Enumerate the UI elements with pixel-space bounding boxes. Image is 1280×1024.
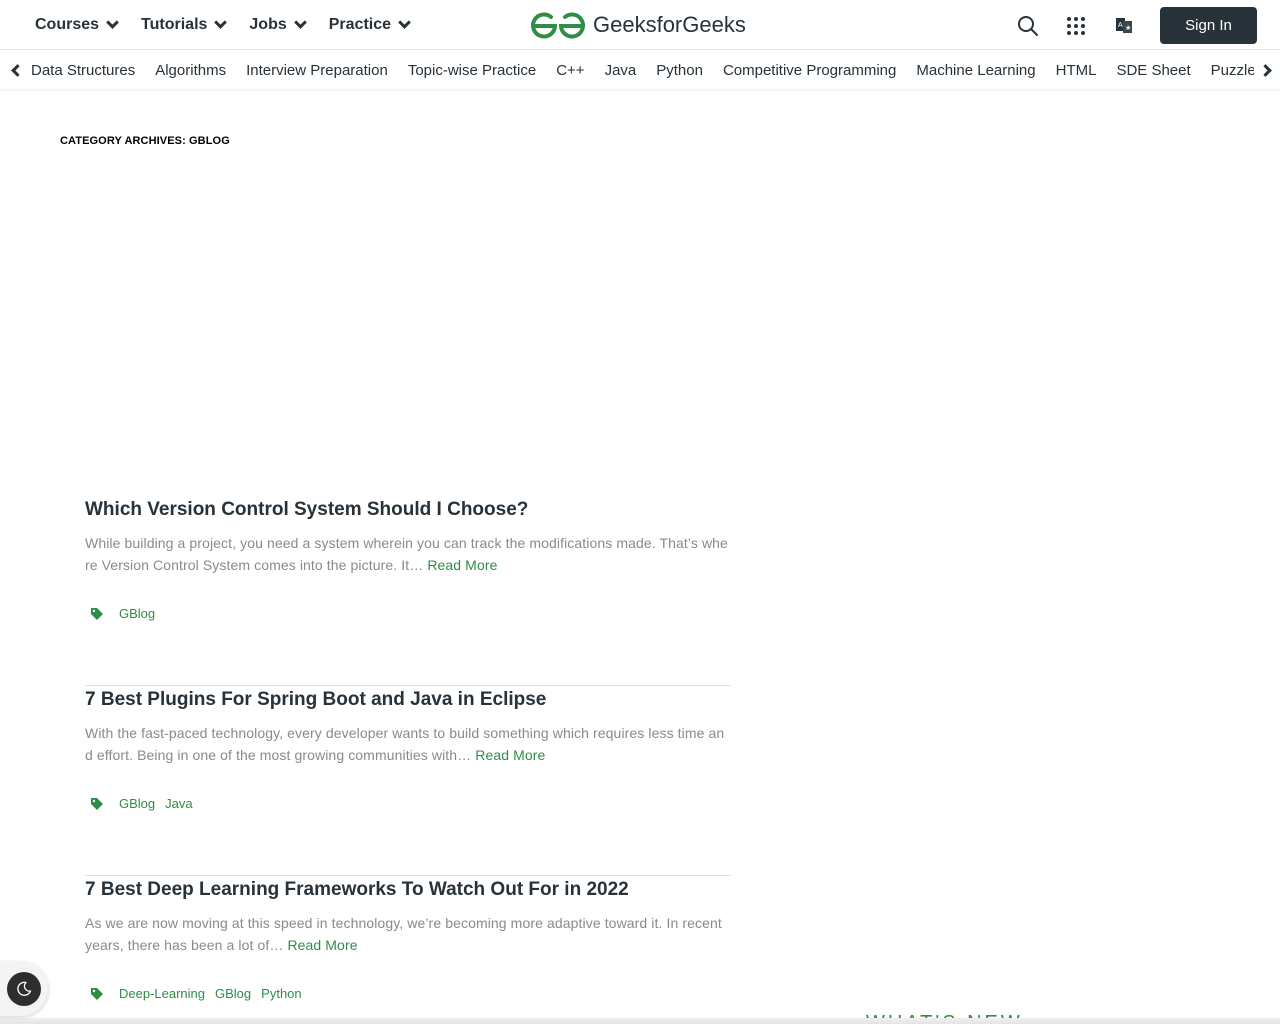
tag-link[interactable]: GBlog — [119, 796, 155, 811]
post-title[interactable]: 7 Best Plugins For Spring Boot and Java … — [85, 689, 546, 711]
topic-python[interactable]: Python — [656, 62, 703, 79]
nav-label: Practice — [328, 16, 392, 33]
read-more-link[interactable]: Read More — [475, 747, 545, 763]
topic-nav-items: Data Structures Algorithms Interview Pre… — [31, 51, 1280, 89]
svg-text:A: A — [1118, 22, 1123, 29]
tag-icon — [91, 987, 103, 1000]
read-more-link[interactable]: Read More — [287, 937, 357, 953]
topic-topic-wise-practice[interactable]: Topic-wise Practice — [408, 62, 536, 79]
topic-nav: Data Structures Algorithms Interview Pre… — [0, 51, 1280, 89]
chevron-down-icon — [398, 16, 411, 29]
top-header: Courses Tutorials Jobs Practice Geeksfor… — [0, 0, 1280, 50]
topic-interview-preparation[interactable]: Interview Preparation — [246, 62, 388, 79]
read-more-link[interactable]: Read More — [427, 557, 497, 573]
logo-text: GeeksforGeeks — [593, 12, 746, 37]
tag-icon — [91, 607, 103, 620]
post-item: 7 Best Plugins For Spring Boot and Java … — [85, 686, 731, 876]
post-list: Which Version Control System Should I Ch… — [85, 496, 731, 1024]
post-item: 7 Best Deep Learning Frameworks To Watch… — [85, 876, 731, 1024]
post-tags: GBlog Java — [90, 796, 203, 811]
nav-courses[interactable]: Courses — [35, 16, 119, 34]
bottom-bar — [0, 1018, 1280, 1024]
nav-label: Tutorials — [141, 16, 208, 33]
topic-java[interactable]: Java — [605, 62, 637, 79]
excerpt-text: As we are now moving at this speed in te… — [85, 915, 722, 953]
scroll-left-button[interactable] — [0, 51, 30, 89]
topic-cpp[interactable]: C++ — [556, 62, 584, 79]
nav-tutorials[interactable]: Tutorials — [141, 16, 228, 34]
topic-html[interactable]: HTML — [1056, 62, 1097, 79]
svg-text:★: ★ — [1125, 24, 1131, 32]
tag-link[interactable]: GBlog — [119, 606, 155, 621]
post-title[interactable]: 7 Best Deep Learning Frameworks To Watch… — [85, 879, 629, 901]
excerpt-text: With the fast-paced technology, every de… — [85, 725, 725, 763]
excerpt-text: While building a project, you need a sys… — [85, 535, 728, 573]
dark-mode-toggle[interactable] — [7, 972, 41, 1006]
nav-label: Jobs — [249, 16, 287, 33]
post-item: Which Version Control System Should I Ch… — [85, 496, 731, 686]
translate-icon[interactable]: A ★ — [1112, 14, 1136, 38]
topic-machine-learning[interactable]: Machine Learning — [916, 62, 1035, 79]
topic-algorithms[interactable]: Algorithms — [155, 62, 226, 79]
post-title[interactable]: Which Version Control System Should I Ch… — [85, 499, 528, 521]
nav-label: Courses — [35, 16, 100, 33]
tag-icon — [91, 797, 103, 810]
chevron-down-icon — [106, 16, 119, 29]
chevron-down-icon — [214, 16, 228, 29]
chevron-right-icon — [1258, 63, 1272, 77]
archive-title: CATEGORY ARCHIVES: GBLOG — [60, 135, 230, 147]
main-nav: Courses Tutorials Jobs Practice — [35, 0, 433, 50]
sign-in-button[interactable]: Sign In — [1160, 7, 1257, 44]
topic-competitive-programming[interactable]: Competitive Programming — [723, 62, 896, 79]
chevron-down-icon — [293, 16, 307, 29]
tag-link[interactable]: Java — [165, 796, 192, 811]
dark-mode-toggle-container — [0, 962, 48, 1016]
site-logo[interactable]: GeeksforGeeks — [529, 9, 746, 41]
search-icon[interactable] — [1016, 14, 1040, 38]
topic-data-structures[interactable]: Data Structures — [31, 62, 135, 79]
post-excerpt: As we are now moving at this speed in te… — [85, 912, 731, 956]
tag-link[interactable]: Python — [261, 986, 301, 1001]
nav-jobs[interactable]: Jobs — [249, 16, 307, 34]
moon-icon — [17, 981, 32, 996]
scroll-right-button[interactable] — [1254, 51, 1280, 89]
topic-sde-sheet[interactable]: SDE Sheet — [1116, 62, 1190, 79]
post-tags: GBlog — [90, 606, 165, 621]
tag-link[interactable]: GBlog — [215, 986, 251, 1001]
header-tools: A ★ Sign In — [1016, 7, 1257, 44]
chevron-left-icon — [10, 63, 24, 77]
post-excerpt: With the fast-paced technology, every de… — [85, 722, 731, 766]
post-tags: Deep-Learning GBlog Python — [90, 986, 312, 1001]
apps-grid-icon[interactable] — [1064, 14, 1088, 38]
post-excerpt: While building a project, you need a sys… — [85, 532, 731, 576]
gfg-logo-icon — [531, 12, 585, 39]
tag-link[interactable]: Deep-Learning — [119, 986, 205, 1001]
nav-practice[interactable]: Practice — [328, 16, 411, 34]
